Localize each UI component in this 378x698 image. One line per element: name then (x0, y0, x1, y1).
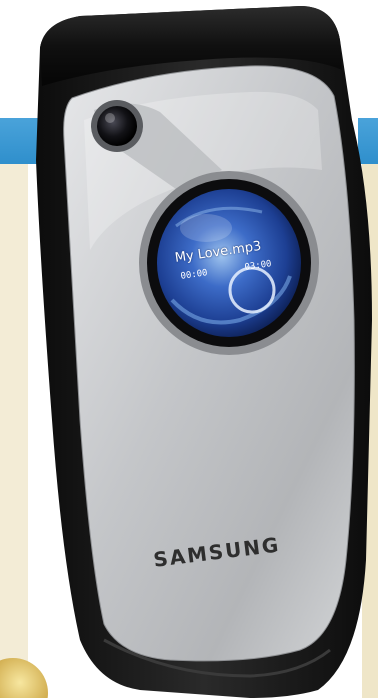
flip-phone (36, 6, 372, 698)
camera-lens (97, 106, 137, 146)
screen-glare (180, 214, 232, 242)
photo-scene: My Love.mp3 00:00 03:00 SAMSUNG (0, 0, 378, 698)
camera-lens-glint (105, 113, 115, 123)
